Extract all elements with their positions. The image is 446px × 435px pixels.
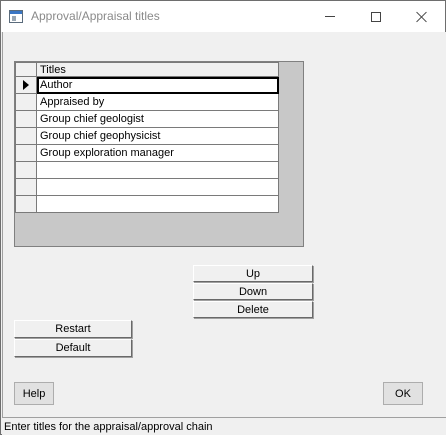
table-row[interactable] (15, 195, 279, 213)
row-indicator[interactable] (15, 178, 37, 196)
up-button[interactable]: Up (193, 265, 313, 282)
column-header-titles[interactable]: Titles (36, 62, 279, 77)
dialog-client-area: Titles Author Appraised by Group chief g… (2, 32, 446, 417)
row-indicator[interactable] (15, 127, 37, 145)
restart-button[interactable]: Restart (14, 320, 132, 338)
minimize-button[interactable] (307, 1, 353, 32)
minimize-icon (325, 16, 335, 17)
title-bar[interactable]: Approval/Appraisal titles (1, 1, 445, 32)
title-cell[interactable] (36, 161, 279, 179)
table-row[interactable] (15, 161, 279, 179)
maximize-icon (371, 11, 381, 22)
close-button[interactable] (399, 1, 445, 32)
table-row[interactable]: Group chief geophysicist (15, 127, 279, 145)
window-icon (9, 10, 23, 23)
delete-button[interactable]: Delete (193, 301, 313, 318)
table-row[interactable]: Appraised by (15, 93, 279, 111)
dialog-window: Approval/Appraisal titles Titles Author (0, 0, 446, 435)
row-indicator[interactable] (15, 93, 37, 111)
default-button[interactable]: Default (14, 339, 132, 357)
title-cell[interactable]: Appraised by (36, 93, 279, 111)
table-row[interactable]: Group chief geologist (15, 110, 279, 128)
status-text: Enter titles for the appraisal/approval … (4, 421, 213, 433)
table-row[interactable] (15, 178, 279, 196)
grid-corner (15, 62, 37, 77)
title-cell[interactable]: Author (36, 76, 279, 94)
maximize-button[interactable] (353, 1, 399, 32)
row-indicator[interactable] (15, 110, 37, 128)
title-cell[interactable]: Group chief geophysicist (36, 127, 279, 145)
titles-table: Titles Author Appraised by Group chief g… (15, 62, 279, 213)
table-row[interactable]: Author (15, 76, 279, 94)
row-indicator[interactable] (15, 195, 37, 213)
ok-button[interactable]: OK (383, 382, 423, 405)
titles-grid[interactable]: Titles Author Appraised by Group chief g… (14, 61, 304, 247)
title-cell[interactable] (36, 195, 279, 213)
row-indicator[interactable] (15, 76, 37, 94)
title-cell[interactable] (36, 178, 279, 196)
title-cell[interactable]: Group exploration manager (36, 144, 279, 162)
grid-header-row: Titles (15, 62, 279, 77)
client-frame (2, 32, 5, 417)
close-icon (416, 11, 428, 23)
title-cell[interactable]: Group chief geologist (36, 110, 279, 128)
down-button[interactable]: Down (193, 283, 313, 300)
window-title: Approval/Appraisal titles (31, 9, 160, 23)
row-indicator[interactable] (15, 144, 37, 162)
help-button[interactable]: Help (14, 382, 54, 405)
table-row[interactable]: Group exploration manager (15, 144, 279, 162)
status-bar: Enter titles for the appraisal/approval … (2, 417, 446, 435)
row-pointer-icon (23, 80, 29, 91)
row-indicator[interactable] (15, 161, 37, 179)
